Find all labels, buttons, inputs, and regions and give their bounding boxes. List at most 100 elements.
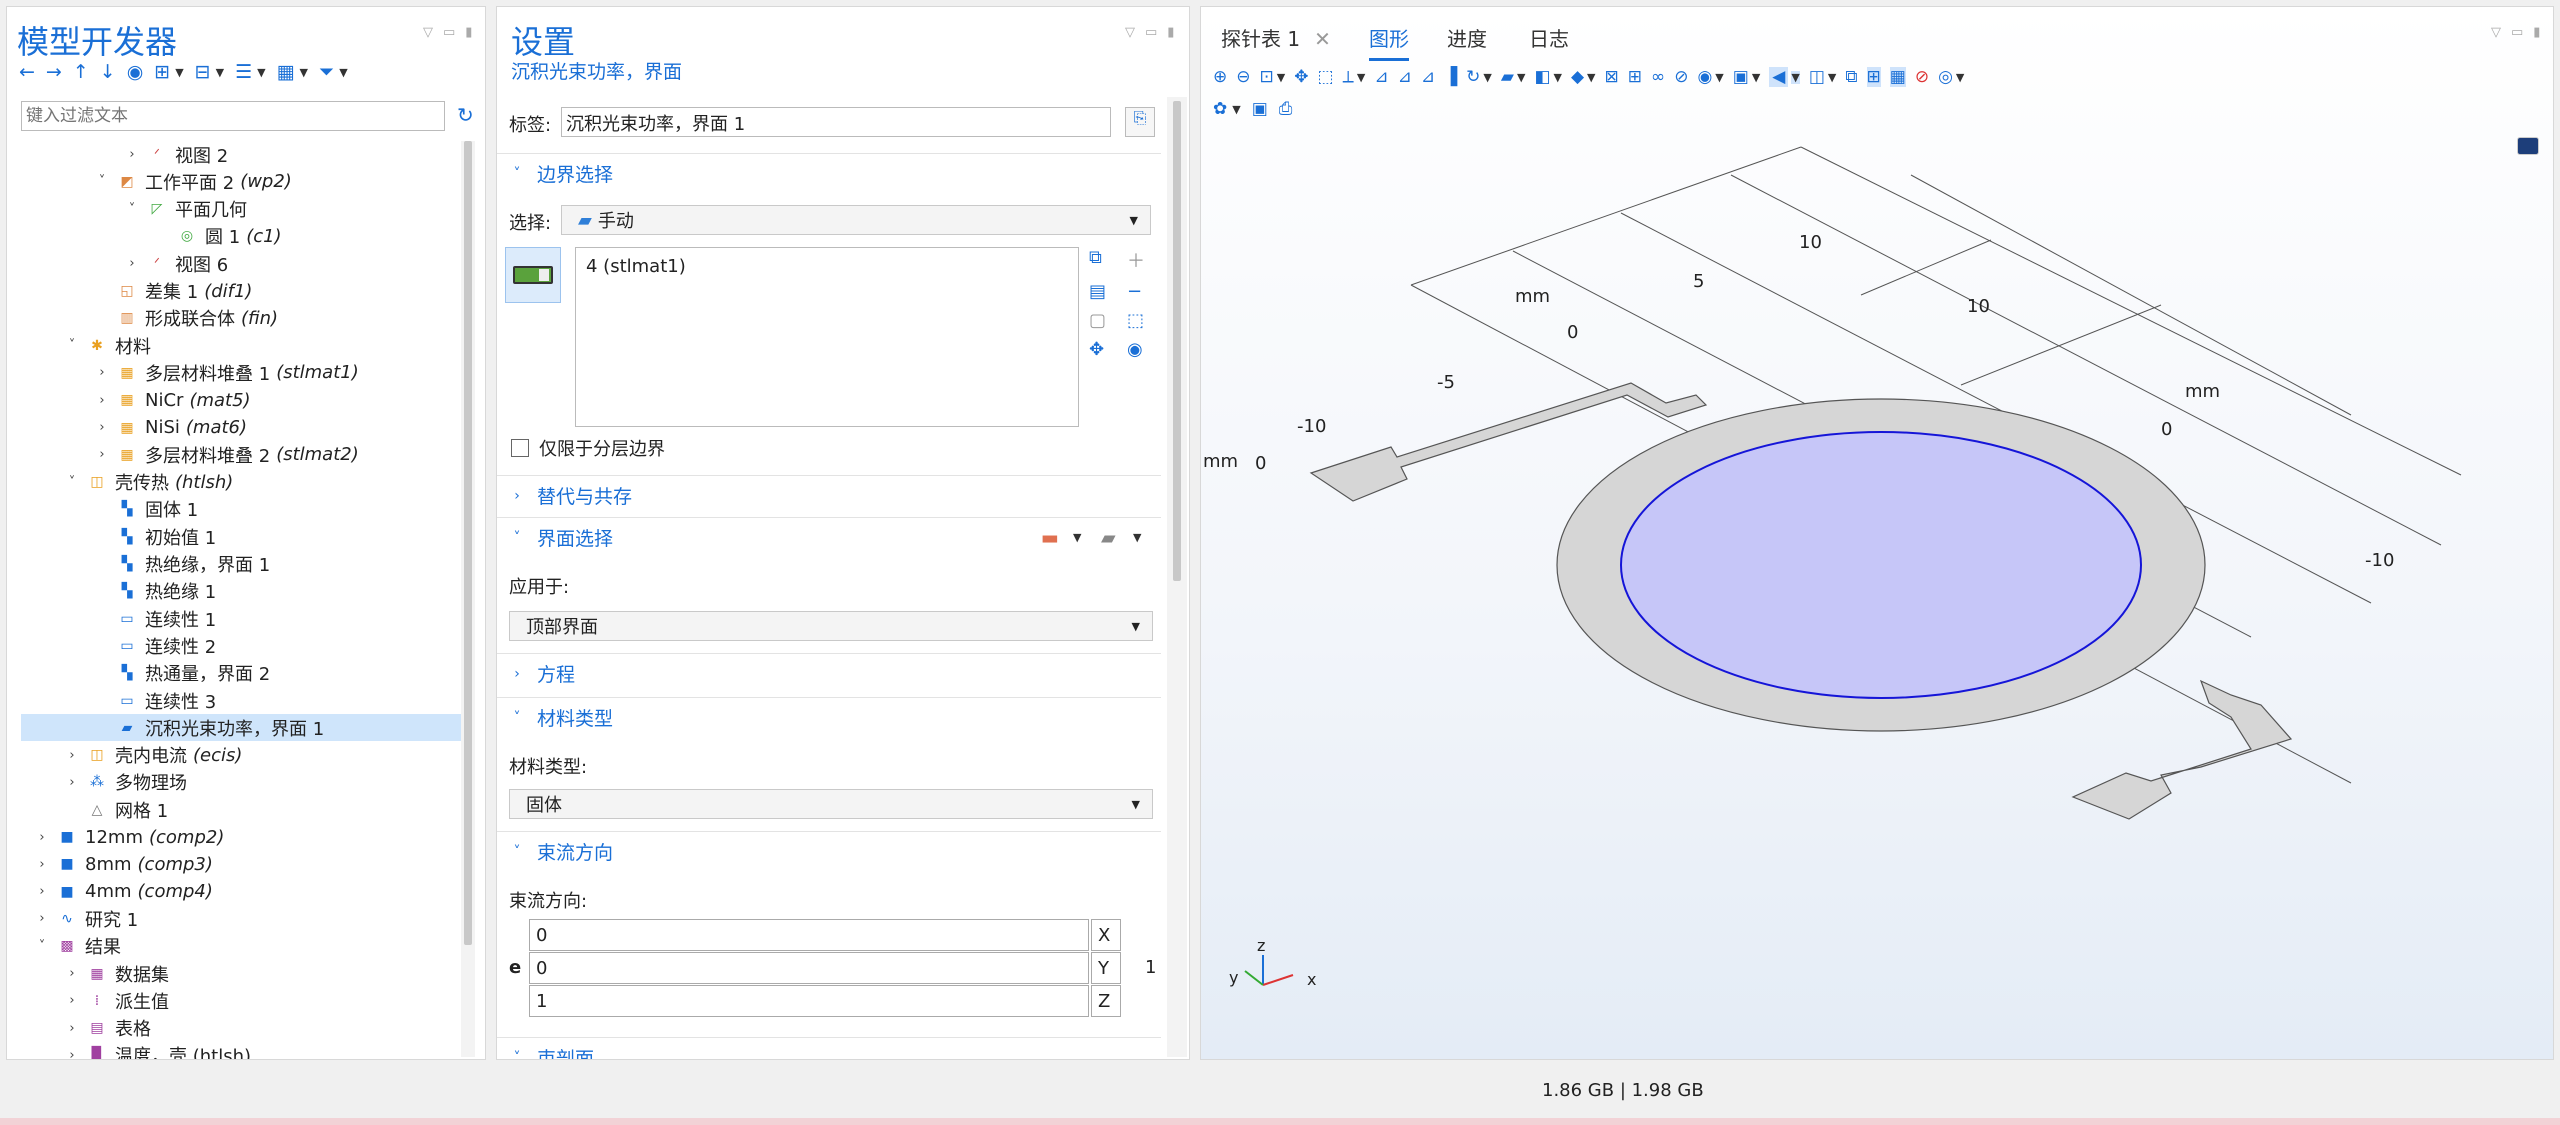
view-options-icon[interactable]: ▦: [277, 61, 295, 83]
tree-item[interactable]: ▭ 连续性 1: [21, 605, 461, 632]
settings-window-buttons[interactable]: ▽ ▭ ▮: [1125, 25, 1174, 40]
material-type-combo[interactable]: 固体 ▼: [509, 789, 1153, 819]
label-input[interactable]: 沉积光束功率，界面 1: [561, 107, 1111, 137]
tree-item[interactable]: ˅ ▩ 结果: [21, 933, 461, 960]
chevron-down-icon[interactable]: ▼: [300, 66, 308, 79]
chevron-right-icon[interactable]: ›: [33, 884, 51, 899]
paste-selection-icon[interactable]: ⧉: [1089, 247, 1127, 273]
tree-item[interactable]: › ▦ 多层材料堆叠 2 (stlmat2): [21, 441, 461, 468]
beam-vector-input[interactable]: 1: [529, 985, 1089, 1017]
chevron-right-icon[interactable]: ›: [93, 420, 111, 435]
graphics-window-buttons[interactable]: ▽ ▭ ▮: [2491, 25, 2540, 40]
pin-icon[interactable]: ▮: [465, 25, 472, 40]
section-material-type[interactable]: ˅ 材料类型: [497, 697, 1161, 737]
tree-item[interactable]: › ∿ 研究 1: [21, 905, 461, 932]
tree-item[interactable]: ▭ 连续性 3: [21, 687, 461, 714]
tree-item[interactable]: ˅ ✱ 材料: [21, 332, 461, 359]
zoom-selection-icon[interactable]: ⬚: [1127, 310, 1165, 331]
section-beam-direction[interactable]: ˅ 束流方向: [497, 831, 1161, 871]
dropdown-icon[interactable]: ▽: [2491, 25, 2501, 40]
chevron-down-icon[interactable]: ˅: [123, 202, 141, 217]
chevron-right-icon[interactable]: ›: [63, 993, 81, 1008]
tree-item[interactable]: ▚ 热绝缘 1: [21, 578, 461, 605]
tree-item[interactable]: › ▦ NiCr (mat5): [21, 387, 461, 414]
selection-list-item[interactable]: 4 (stlmat1): [586, 256, 1068, 277]
chevron-right-icon[interactable]: ›: [33, 830, 51, 845]
down-arrow-icon[interactable]: ↓: [100, 61, 116, 83]
only-layer-boundary-checkbox[interactable]: 仅限于分层边界: [511, 435, 665, 461]
restore-icon[interactable]: ▭: [443, 25, 455, 40]
settings-scroll-thumb[interactable]: [1173, 101, 1181, 581]
remove-icon[interactable]: −: [1127, 281, 1165, 302]
chevron-down-icon[interactable]: ▼: [216, 66, 224, 79]
section-beam-profile[interactable]: ˅ 束剖面: [497, 1037, 1161, 1059]
chevron-right-icon[interactable]: ›: [63, 966, 81, 981]
up-arrow-icon[interactable]: ↑: [73, 61, 89, 83]
tab-2[interactable]: 进度: [1447, 23, 1487, 52]
tab-0[interactable]: 探针表 1 ✕: [1221, 23, 1331, 52]
tree-scroll-thumb[interactable]: [464, 141, 472, 945]
chevron-right-icon[interactable]: ›: [33, 857, 51, 872]
tree-item[interactable]: › ■ 8mm (comp3): [21, 851, 461, 878]
section-boundary-selection[interactable]: ˅ 边界选择: [497, 153, 1161, 193]
tree-item[interactable]: › ᐟ 视图 2: [21, 141, 461, 168]
chevron-right-icon[interactable]: ›: [123, 256, 141, 271]
locate-icon[interactable]: ✥: [1089, 339, 1127, 360]
chevron-down-icon[interactable]: ˅: [33, 939, 51, 954]
add-icon[interactable]: ＋: [1127, 247, 1165, 273]
tree-item[interactable]: ◱ 差集 1 (dif1): [21, 278, 461, 305]
show-icon[interactable]: ◉: [127, 61, 144, 83]
section-interface-selection[interactable]: ˅ 界面选择 ▬ ▼ ▰ ▼: [497, 517, 1161, 557]
collapse-icon[interactable]: ⊟: [195, 61, 211, 83]
tree-item[interactable]: › ▉ 温度，壳 (htlsh): [21, 1042, 461, 1059]
tree-item[interactable]: ▥ 形成联合体 (fin): [21, 305, 461, 332]
chevron-down-icon[interactable]: ▼: [339, 66, 347, 79]
tab-3[interactable]: 日志: [1529, 23, 1569, 52]
apply-to-combo[interactable]: 顶部界面 ▼: [509, 611, 1153, 641]
tree-item[interactable]: ˅ ◸ 平面几何: [21, 196, 461, 223]
chevron-right-icon[interactable]: ›: [63, 1048, 81, 1059]
tree-item[interactable]: › ◫ 壳内电流 (ecis): [21, 742, 461, 769]
tree-item[interactable]: ▚ 固体 1: [21, 496, 461, 523]
chevron-right-icon[interactable]: ›: [33, 911, 51, 926]
expand-icon[interactable]: ⊞: [154, 61, 170, 83]
clear-selection-icon[interactable]: ▢: [1089, 310, 1127, 331]
filter-input[interactable]: [21, 101, 445, 131]
beam-vector-input[interactable]: 0: [529, 952, 1089, 984]
section-equation[interactable]: › 方程: [497, 653, 1161, 693]
tree-item[interactable]: △ 网格 1: [21, 796, 461, 823]
tree-item[interactable]: › ▦ 数据集: [21, 960, 461, 987]
chevron-right-icon[interactable]: ›: [93, 447, 111, 462]
selection-combo[interactable]: ▰ 手动 ▼: [561, 205, 1151, 235]
copy-selection-icon[interactable]: ▤: [1089, 281, 1127, 302]
chevron-right-icon[interactable]: ›: [63, 748, 81, 763]
dropdown-icon[interactable]: ▽: [1125, 25, 1135, 40]
chevron-right-icon[interactable]: ›: [93, 365, 111, 380]
chevron-down-icon[interactable]: ▼: [175, 66, 183, 79]
chevron-down-icon[interactable]: ˅: [63, 338, 81, 353]
list-icon[interactable]: ☰: [235, 61, 252, 83]
tree-item[interactable]: › ■ 12mm (comp2): [21, 824, 461, 851]
chevron-down-icon[interactable]: ▼: [1073, 531, 1081, 544]
forward-arrow-icon[interactable]: →: [46, 61, 62, 83]
pin-icon[interactable]: ▮: [1167, 25, 1174, 40]
tree-item[interactable]: › ▦ NiSi (mat6): [21, 414, 461, 441]
label-edit-button[interactable]: ⎘: [1125, 107, 1155, 137]
tree-item[interactable]: ˅ ◩ 工作平面 2 (wp2): [21, 168, 461, 195]
tree-item[interactable]: › ᐟ 视图 6: [21, 250, 461, 277]
close-icon[interactable]: ✕: [1314, 27, 1331, 51]
chevron-down-icon[interactable]: ˅: [93, 174, 111, 189]
tree-item[interactable]: ▰ 沉积光束功率，界面 1: [21, 714, 461, 742]
chevron-right-icon[interactable]: ›: [123, 147, 141, 162]
tree-item[interactable]: › ■ 4mm (comp4): [21, 878, 461, 905]
model-builder-window-buttons[interactable]: ▽ ▭ ▮: [423, 25, 472, 40]
layer-icon[interactable]: ▬: [1041, 527, 1059, 549]
refresh-icon[interactable]: ↻: [457, 103, 474, 127]
filter-icon[interactable]: ⏷: [319, 61, 334, 83]
section-override[interactable]: › 替代与共存: [497, 475, 1161, 515]
tree-item[interactable]: ▚ 初始值 1: [21, 523, 461, 550]
tree-item[interactable]: ▭ 连续性 2: [21, 632, 461, 659]
tree-item[interactable]: ▚ 热通量，界面 2: [21, 660, 461, 687]
chevron-down-icon[interactable]: ▼: [257, 66, 265, 79]
settings-scrollbar[interactable]: [1167, 97, 1187, 1057]
